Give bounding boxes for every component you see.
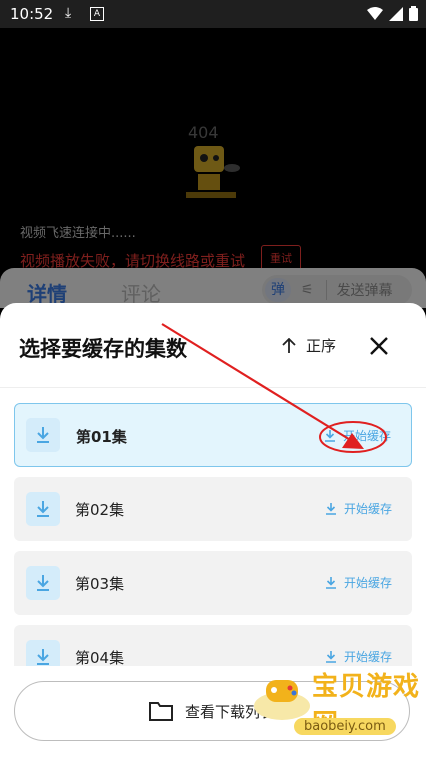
status-bar: 10:52 ⤓ A (0, 0, 426, 28)
episode-item-03[interactable]: 第03集 开始缓存 (14, 551, 412, 615)
sheet-title: 选择要缓存的集数 (19, 337, 187, 361)
download-small-icon (324, 429, 335, 442)
start-cache-label: 开始缓存 (342, 429, 391, 443)
start-cache-button[interactable]: 开始缓存 (325, 574, 392, 591)
download-icon (26, 566, 60, 600)
divider (0, 387, 426, 388)
arrow-up-icon (282, 337, 296, 353)
status-time: 10:52 (10, 5, 54, 23)
wifi-icon (367, 6, 383, 20)
start-cache-button[interactable]: 开始缓存 (325, 648, 392, 665)
close-icon[interactable] (366, 333, 392, 359)
episode-list: 第01集 开始缓存 第02集 开始缓存 第03集 开始缓存 第04集 开始缓存 (14, 403, 412, 699)
download-icon (26, 418, 60, 452)
download-status-icon: ⤓ (65, 5, 72, 21)
battery-icon (409, 6, 418, 21)
watermark-url: baobeiy.com (294, 718, 396, 735)
start-cache-button[interactable]: 开始缓存 (325, 500, 392, 517)
start-cache-button[interactable]: 开始缓存 (324, 427, 391, 444)
episode-name: 第04集 (75, 649, 125, 667)
episode-name: 第02集 (75, 501, 125, 519)
sort-label: 正序 (306, 337, 337, 355)
start-cache-label: 开始缓存 (343, 576, 392, 590)
download-icon (26, 492, 60, 526)
signal-icon (389, 6, 403, 21)
start-cache-label: 开始缓存 (343, 650, 392, 664)
start-cache-label: 开始缓存 (343, 502, 392, 516)
download-small-icon (325, 502, 336, 515)
sort-button[interactable]: 正序 (282, 335, 336, 356)
a-status-icon: A (90, 7, 104, 21)
episode-item-02[interactable]: 第02集 开始缓存 (14, 477, 412, 541)
episode-item-01[interactable]: 第01集 开始缓存 (14, 403, 412, 467)
gamepad-icon (254, 680, 310, 720)
download-small-icon (325, 650, 336, 663)
folder-icon (148, 702, 173, 721)
episode-name: 第03集 (75, 575, 125, 593)
download-small-icon (325, 576, 336, 589)
watermark-logo: 宝贝游戏网 baobeiy.com (252, 664, 426, 748)
episode-name: 第01集 (76, 428, 127, 446)
